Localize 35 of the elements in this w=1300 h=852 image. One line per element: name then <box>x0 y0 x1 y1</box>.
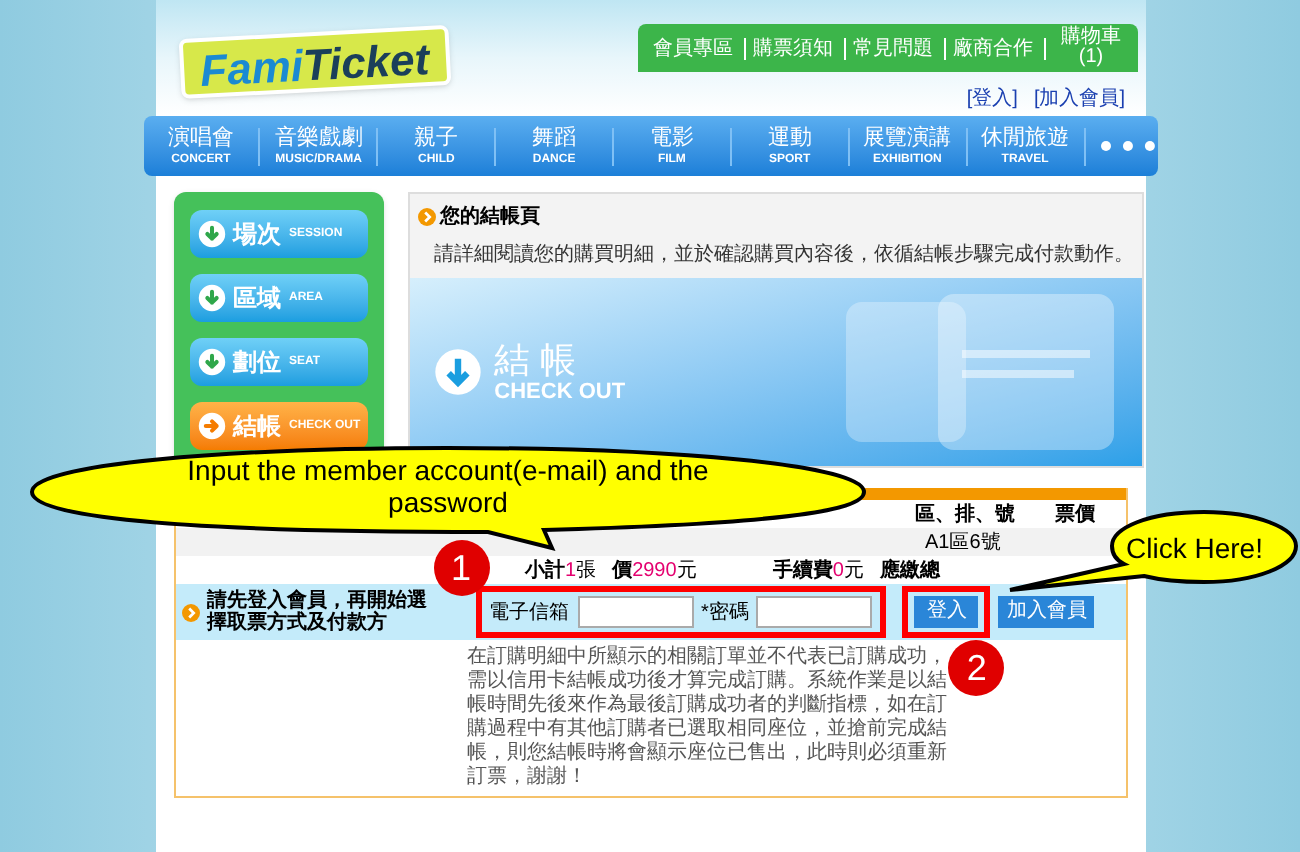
logo-text: Ticket <box>300 38 430 89</box>
bullet-icon <box>418 208 437 226</box>
panel-title: 您的結帳頁 <box>440 203 541 232</box>
top-menu-link[interactable]: 廠商合作 <box>953 37 1045 59</box>
total-label: 手續費0元 <box>772 557 864 585</box>
table-cell-text: A1區6號 <box>925 529 1001 557</box>
step-number-badge: 2 <box>948 640 1005 696</box>
total-label: 應繳總 <box>879 556 940 585</box>
bullet-icon <box>181 603 199 621</box>
logo[interactable]: FamiTicket <box>177 25 450 99</box>
password-input[interactable] <box>756 596 873 628</box>
column-header: 票價 <box>1055 501 1095 529</box>
top-menu-link[interactable]: 購票須知 <box>753 37 845 59</box>
top-menu-link[interactable]: 會員專區 <box>653 37 745 59</box>
callout-text: Click Here! <box>1126 530 1263 568</box>
email-label: 電子信箱 <box>489 599 569 627</box>
banner-title: 結 帳 <box>494 341 579 377</box>
cart-link[interactable]: 購物車 (1) <box>1061 28 1121 68</box>
account-link[interactable]: [登入] <box>966 84 1018 114</box>
login-button[interactable]: 登入 <box>914 596 979 628</box>
logo-text: Fami <box>198 44 304 94</box>
account-link[interactable]: [加入會員] <box>1033 84 1125 114</box>
email-input[interactable] <box>577 596 693 628</box>
total-label: 價2990元 <box>612 557 697 585</box>
top-menu-link[interactable]: 常見問題 <box>853 37 945 59</box>
banner-subtitle: CHECK OUT <box>494 381 626 403</box>
more-dots-icon[interactable] <box>1097 140 1157 152</box>
password-label: *密碼 <box>701 599 749 627</box>
notes-text: 在訂購明細中所顯示的相關訂單並不代表已訂購成功，需以信用卡結帳成功後才算完成訂購。系統作業是以結帳時間先後來作為最後訂購成功者的判斷指標，如在訂購過程中有其他訂購者已選取相同座位，並搶前完成結帳，則您結帳時將會顯示座位已售出，此時則必須重新訂票，謝謝！ <box>467 643 947 792</box>
panel-description: 請詳細閱讀您的購買明細，並於確認購買內容後，依循結帳步驟完成付款動作。 <box>434 241 1135 270</box>
total-label: 小計1張 <box>525 557 597 585</box>
column-header: 區、排、號 <box>915 501 1017 529</box>
login-message: 請先登入會員，再開始選擇取票方式及付款方 <box>207 590 429 634</box>
join-button[interactable]: 加入會員 <box>998 596 1095 628</box>
callout-text: Input the member account(e-mail) and the password <box>185 454 711 518</box>
